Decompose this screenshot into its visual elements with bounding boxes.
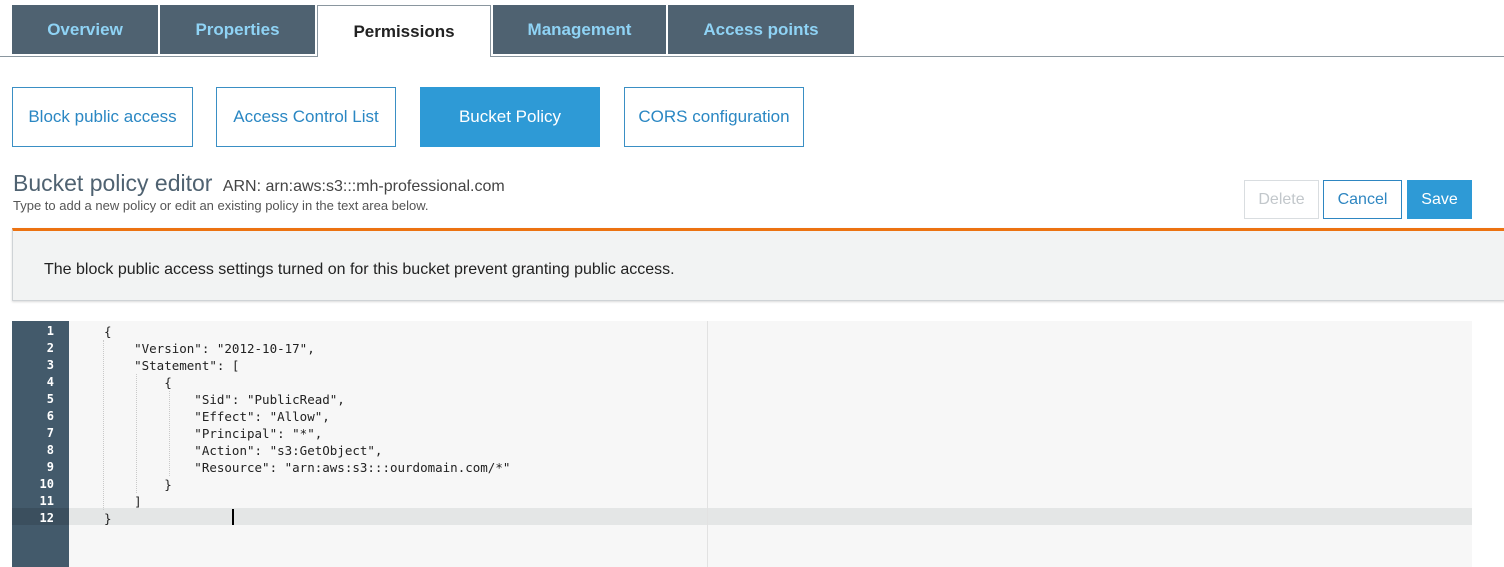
line-number: 7 [46, 426, 54, 440]
code-line: { [104, 375, 172, 390]
line-number: 6 [46, 409, 54, 423]
subtab-cors-configuration[interactable]: CORS configuration [624, 87, 804, 147]
warning-banner: The block public access settings turned … [12, 228, 1504, 301]
tab-management[interactable]: Management [493, 5, 666, 54]
delete-button[interactable]: Delete [1244, 180, 1319, 219]
line-number: 9 [46, 460, 54, 474]
policy-code-editor[interactable]: 1 2 3 4 5 6 7 8 9 10 11 12 { "Version": "2012-10-17… [12, 321, 1472, 567]
code-line: } [104, 511, 112, 526]
tab-bar-divider [0, 56, 1504, 57]
code-line: { [104, 324, 112, 339]
code-line: } [104, 477, 172, 492]
subtab-bucket-policy[interactable]: Bucket Policy [420, 87, 600, 147]
page-title: Bucket policy editor ARN: arn:aws:s3:::m… [13, 170, 505, 197]
code-line: "Sid": "PublicRead", [104, 392, 345, 407]
tab-overview[interactable]: Overview [12, 5, 158, 54]
code-line: ] [104, 494, 142, 509]
line-number: 1 [46, 324, 54, 338]
print-margin [707, 321, 708, 567]
tab-access-points[interactable]: Access points [668, 5, 854, 54]
save-button[interactable]: Save [1407, 180, 1472, 219]
code-line: "Resource": "arn:aws:s3:::ourdomain.com/… [104, 460, 511, 475]
cancel-button[interactable]: Cancel [1323, 180, 1402, 219]
line-number: 11 [39, 494, 54, 508]
code-line: "Principal": "*", [104, 426, 323, 441]
line-number: 10 [39, 477, 54, 491]
code-line: "Version": "2012-10-17", [104, 341, 315, 356]
editor-subtitle: Type to add a new policy or edit an exis… [13, 198, 429, 213]
line-number: 2 [46, 341, 54, 355]
code-line: "Action": "s3:GetObject", [104, 443, 383, 458]
tab-permissions[interactable]: Permissions [317, 5, 491, 57]
line-number-gutter: 1 2 3 4 5 6 7 8 9 10 11 12 [12, 321, 69, 567]
code-line: "Statement": [ [104, 358, 240, 373]
subtab-block-public-access[interactable]: Block public access [12, 87, 193, 147]
tab-properties[interactable]: Properties [160, 5, 315, 54]
line-number: 12 [39, 511, 54, 525]
text-cursor [232, 509, 234, 525]
line-number: 3 [46, 358, 54, 372]
code-line: "Effect": "Allow", [104, 409, 330, 424]
line-number: 5 [46, 392, 54, 406]
line-number: 4 [46, 375, 54, 389]
bucket-arn: ARN: arn:aws:s3:::mh-professional.com [222, 178, 505, 195]
line-number: 8 [46, 443, 54, 457]
warning-message: The block public access settings turned … [44, 261, 675, 278]
subtab-access-control-list[interactable]: Access Control List [216, 87, 396, 147]
top-tab-bar: Overview Properties Permissions Manageme… [0, 0, 1504, 57]
editor-title-text: Bucket policy editor [13, 170, 213, 196]
active-line-highlight [69, 508, 1472, 525]
